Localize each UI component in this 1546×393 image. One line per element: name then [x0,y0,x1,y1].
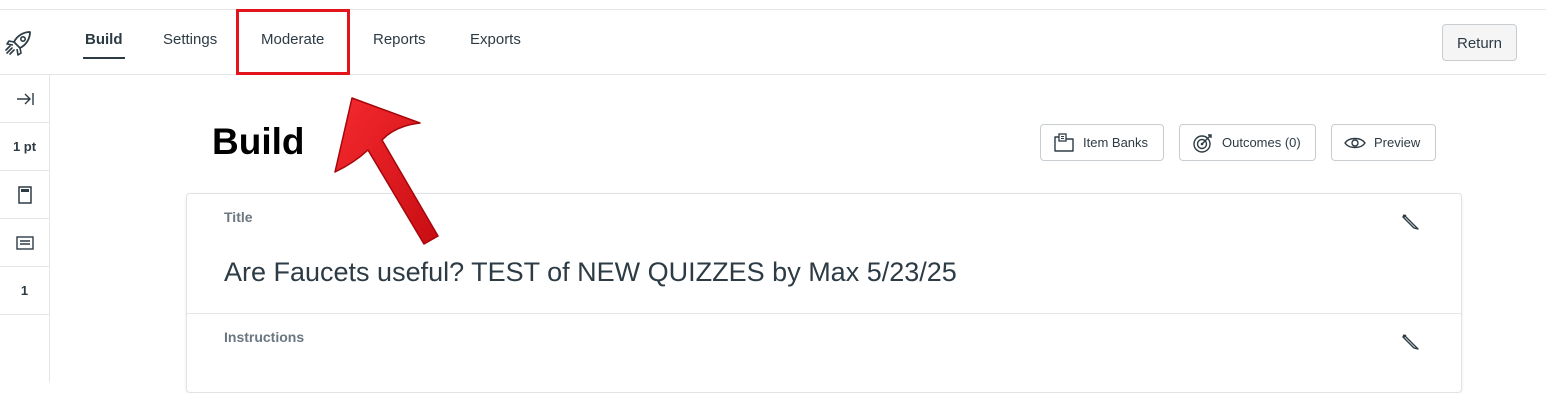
tab-settings[interactable]: Settings [163,31,217,48]
preview-label: Preview [1374,135,1421,150]
title-field-label: Title [224,209,253,225]
pencil-icon[interactable] [1401,332,1421,352]
folder-icon [1054,132,1074,152]
instructions-field-label: Instructions [224,329,305,345]
rocket-icon [5,31,31,56]
preview-button[interactable]: Preview [1331,124,1436,161]
tab-exports[interactable]: Exports [470,31,521,48]
outcomes-label: Outcomes (0) [1222,135,1301,150]
expand-sidebar-button[interactable] [0,75,49,123]
red-arrow-annotation [334,97,439,245]
return-button[interactable]: Return [1442,24,1517,61]
highlight-box [236,9,350,75]
text-block-icon [15,235,34,250]
target-icon [1193,133,1212,153]
pencil-icon[interactable] [1401,212,1421,232]
left-sidebar: 1 pt 1 [0,75,50,382]
essay-item[interactable] [0,219,49,267]
points-item[interactable]: 1 pt [0,123,49,171]
tab-reports[interactable]: Reports [373,31,426,48]
item-banks-label: Item Banks [1083,135,1149,150]
tab-build[interactable]: Build [83,31,124,59]
outcomes-button[interactable]: Outcomes (0) [1179,124,1316,161]
page-title: Build [212,121,305,162]
quiz-title-text: Are Faucets useful? TEST of NEW QUIZZES … [224,257,957,287]
question-number-item[interactable]: 1 [0,267,49,315]
item-banks-button[interactable]: Item Banks [1040,124,1164,161]
top-navigation: Build Settings Moderate Reports Exports … [0,10,1546,75]
card-divider [187,313,1461,314]
expand-right-icon [16,92,34,105]
eye-icon [1344,137,1366,148]
document-icon [17,185,32,204]
stimulus-item[interactable] [0,171,49,219]
